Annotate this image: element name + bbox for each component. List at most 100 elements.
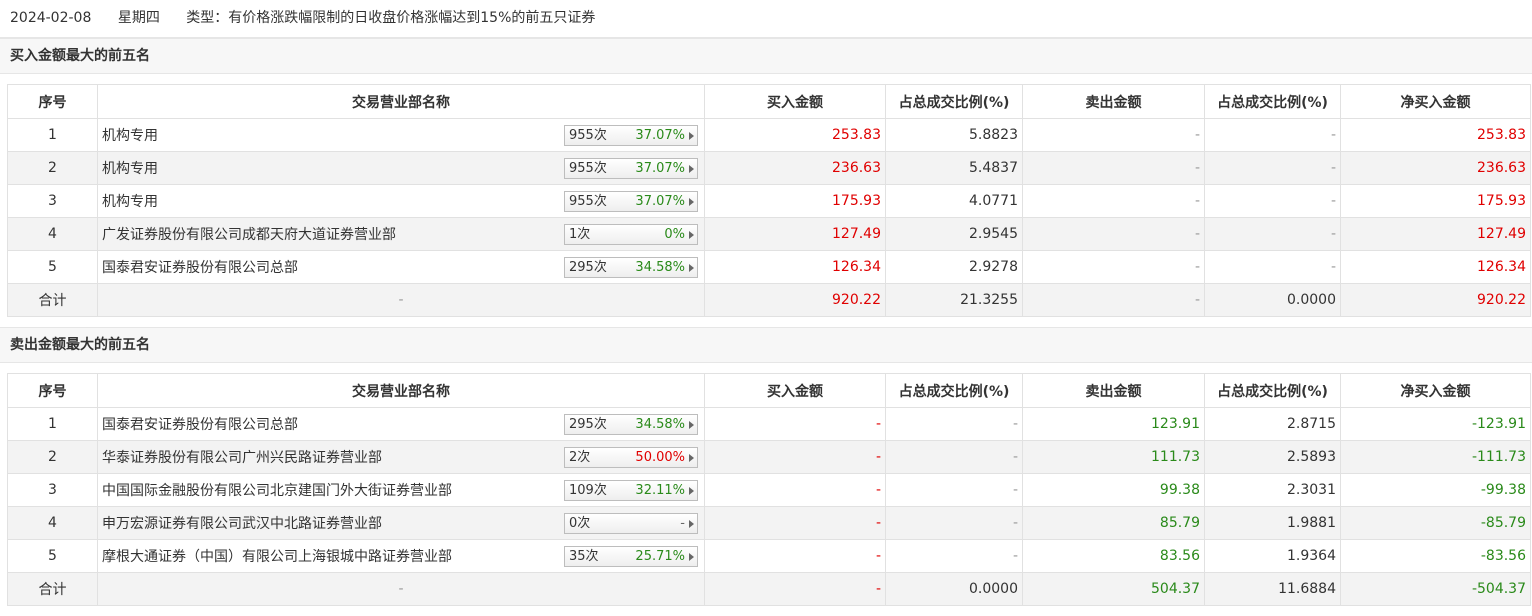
branch-name[interactable]: 机构专用 (102, 128, 158, 144)
branch-name[interactable]: 广发证券股份有限公司成都天府大道证券营业部 (102, 227, 396, 243)
caret-right-icon[interactable] (689, 454, 694, 462)
col-buy-ratio: 占总成交比例(%) (885, 373, 1023, 408)
sell-section-title: 卖出金额最大的前五名 (0, 327, 1532, 363)
buy-amount: 236.63 (704, 151, 886, 185)
branch-cell: 国泰君安证券股份有限公司总部 295次 34.58% (97, 250, 705, 284)
buy-ratio: 4.0771 (885, 184, 1023, 218)
branch-name[interactable]: 机构专用 (102, 194, 158, 210)
total-buy-amount: 920.22 (704, 283, 886, 317)
table-row: 1 国泰君安证券股份有限公司总部 295次 34.58% - -123.91 2.8715-… (7, 407, 1531, 441)
total-net-buy: -504.37 (1340, 572, 1531, 606)
col-sell-ratio: 占总成交比例(%) (1204, 84, 1341, 119)
sell-amount: - (1022, 250, 1205, 284)
col-seq: 序号 (7, 373, 98, 408)
sell-amount: 99.38 (1022, 473, 1205, 507)
buy-amount: - (704, 407, 886, 441)
net-buy-amount: 236.63 (1340, 151, 1531, 185)
branch-cell: 中国国际金融股份有限公司北京建国门外大街证券营业部 109次 32.11% (97, 473, 705, 507)
caret-right-icon[interactable] (689, 520, 694, 528)
buy-amount: - (704, 506, 886, 540)
info-bar: 2024-02-08 星期四 类型：有价格涨跌幅限制的日收盘价格涨幅达到15%的… (0, 0, 1532, 38)
caret-right-icon[interactable] (689, 165, 694, 173)
col-branch-name: 交易营业部名称 (97, 373, 705, 408)
listing-count-box[interactable]: 1次 0% (564, 224, 698, 245)
buy-ratio: - (885, 506, 1023, 540)
net-buy-amount: 127.49 (1340, 217, 1531, 251)
sell-ratio: 2.3031 (1204, 473, 1341, 507)
branch-name[interactable]: 中国国际金融股份有限公司北京建国门外大街证券营业部 (102, 483, 452, 499)
total-row: 合计 -920.22 21.3255-0.0000 920.22 (7, 283, 1531, 317)
branch-name[interactable]: 国泰君安证券股份有限公司总部 (102, 417, 298, 433)
branch-name[interactable]: 华泰证券股份有限公司广州兴民路证券营业部 (102, 450, 382, 466)
branch-name[interactable]: 机构专用 (102, 161, 158, 177)
col-seq: 序号 (7, 84, 98, 119)
sell-ratio: - (1204, 151, 1341, 185)
branch-name[interactable]: 申万宏源证券有限公司武汉中北路证券营业部 (102, 516, 382, 532)
sell-table-header: 序号 交易营业部名称 买入金额 占总成交比例(%) 卖出金额 占总成交比例(%)… (7, 373, 1531, 408)
col-buy-amount: 买入金额 (704, 373, 886, 408)
table-row: 2 华泰证券股份有限公司广州兴民路证券营业部 2次 50.00% - -111.73 2.5… (7, 440, 1531, 474)
win-rate: 50.00% (635, 450, 685, 465)
branch-name[interactable]: 国泰君安证券股份有限公司总部 (102, 260, 298, 276)
listing-count-box[interactable]: 2次 50.00% (564, 447, 698, 468)
sell-amount: 85.79 (1022, 506, 1205, 540)
row-seq: 4 (7, 506, 98, 540)
col-buy-amount: 买入金额 (704, 84, 886, 119)
listing-count-box[interactable]: 955次 37.07% (564, 191, 698, 212)
listing-count-box[interactable]: 295次 34.58% (564, 414, 698, 435)
table-row: 4 广发证券股份有限公司成都天府大道证券营业部 1次 0% 127.49 2.9545- -… (7, 217, 1531, 251)
caret-right-icon[interactable] (689, 231, 694, 239)
buy-table-header: 序号 交易营业部名称 买入金额 占总成交比例(%) 卖出金额 占总成交比例(%)… (7, 84, 1531, 119)
win-rate: 0% (664, 227, 685, 242)
listing-count-box[interactable]: 295次 34.58% (564, 257, 698, 278)
branch-cell: 机构专用 955次 37.07% (97, 184, 705, 218)
branch-cell: 摩根大通证券（中国）有限公司上海银城中路证券营业部 35次 25.71% (97, 539, 705, 573)
total-branch: - (97, 283, 705, 317)
buy-amount: 127.49 (704, 217, 886, 251)
buy-table-body: 1 机构专用 955次 37.07% 253.83 5.8823- -253.83 2 机构专用… (7, 118, 1531, 317)
caret-right-icon[interactable] (689, 264, 694, 272)
table-row: 3 中国国际金融股份有限公司北京建国门外大街证券营业部 109次 32.11% - -99… (7, 473, 1531, 507)
buy-amount: 126.34 (704, 250, 886, 284)
row-seq: 4 (7, 217, 98, 251)
total-sell-ratio: 11.6884 (1204, 572, 1341, 606)
net-buy-amount: 253.83 (1340, 118, 1531, 152)
caret-right-icon[interactable] (689, 421, 694, 429)
caret-right-icon[interactable] (689, 198, 694, 206)
caret-right-icon[interactable] (689, 487, 694, 495)
caret-right-icon[interactable] (689, 553, 694, 561)
col-sell-amount: 卖出金额 (1022, 373, 1205, 408)
win-rate: 37.07% (635, 161, 685, 176)
row-seq: 2 (7, 440, 98, 474)
listing-count-box[interactable]: 109次 32.11% (564, 480, 698, 501)
sell-amount: - (1022, 151, 1205, 185)
branch-name[interactable]: 摩根大通证券（中国）有限公司上海银城中路证券营业部 (102, 549, 452, 565)
sell-amount: - (1022, 118, 1205, 152)
trade-date: 2024-02-08 (10, 10, 92, 26)
col-net-buy: 净买入金额 (1340, 84, 1531, 119)
win-rate: 34.58% (635, 260, 685, 275)
caret-right-icon[interactable] (689, 132, 694, 140)
buy-ratio: 5.8823 (885, 118, 1023, 152)
buy-ratio: - (885, 440, 1023, 474)
total-buy-ratio: 0.0000 (885, 572, 1023, 606)
listing-times: 955次 (569, 128, 607, 143)
sell-ratio: 1.9881 (1204, 506, 1341, 540)
sell-amount: 123.91 (1022, 407, 1205, 441)
listing-count-box[interactable]: 955次 37.07% (564, 158, 698, 179)
listing-count-box[interactable]: 955次 37.07% (564, 125, 698, 146)
win-rate: 37.07% (635, 194, 685, 209)
total-branch: - (97, 572, 705, 606)
buy-ratio: - (885, 539, 1023, 573)
total-label: 合计 (7, 283, 98, 317)
col-sell-amount: 卖出金额 (1022, 84, 1205, 119)
branch-cell: 国泰君安证券股份有限公司总部 295次 34.58% (97, 407, 705, 441)
listing-count-box[interactable]: 0次 - (564, 513, 698, 534)
row-seq: 2 (7, 151, 98, 185)
listing-times: 295次 (569, 260, 607, 275)
win-rate: 25.71% (635, 549, 685, 564)
listing-count-box[interactable]: 35次 25.71% (564, 546, 698, 567)
col-buy-ratio: 占总成交比例(%) (885, 84, 1023, 119)
listing-times: 35次 (569, 549, 599, 564)
sell-ratio: - (1204, 217, 1341, 251)
